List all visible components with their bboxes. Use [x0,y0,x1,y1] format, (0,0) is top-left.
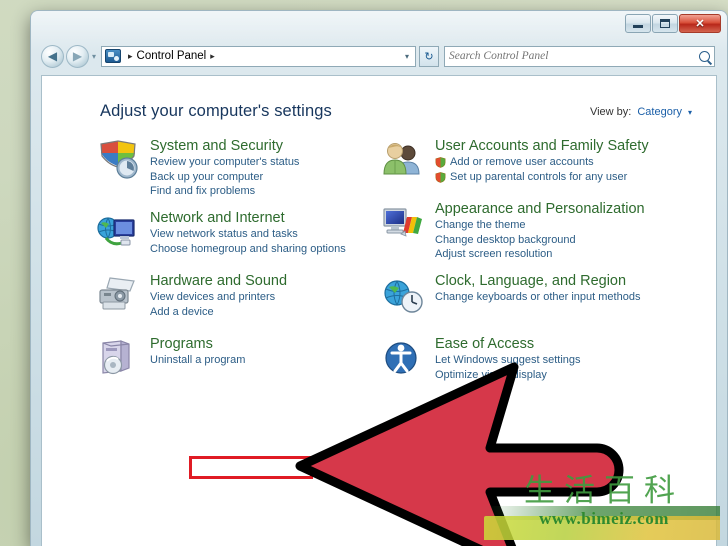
two-users-icon [381,140,425,180]
category-task-link[interactable]: Find and fix problems [150,184,377,199]
category-task-label: Change desktop background [435,233,576,246]
minimize-button[interactable] [625,14,651,33]
back-arrow-icon: ◀ [47,49,58,63]
forward-arrow-icon: ▶ [72,49,83,63]
category-clock-language-and-region[interactable]: Clock, Language, and Region Change keyboa… [377,273,662,325]
navigation-bar: ◀ ▶ ▾ ▸ Control Panel ▸ ▾ ↻ [31,41,727,71]
watermark-url: www.bimeiz.com [539,509,669,528]
category-appearance-and-personalization[interactable]: Appearance and Personalization Change the… [377,201,662,262]
control-panel-icon [105,49,122,63]
category-title[interactable]: System and Security [150,138,377,154]
category-title[interactable]: User Accounts and Family Safety [435,138,662,154]
category-programs[interactable]: Programs Uninstall a program [92,336,377,388]
category-title[interactable]: Network and Internet [150,210,377,226]
category-task-link[interactable]: Change the theme [435,218,662,233]
category-title[interactable]: Appearance and Personalization [435,201,662,217]
category-task-link[interactable]: Back up your computer [150,170,377,185]
category-task-label: Uninstall a program [150,354,246,367]
category-task-link[interactable]: Optimize visual display [435,368,662,383]
view-by-value[interactable]: Category [637,106,682,118]
category-task-label: Let Windows suggest settings [435,354,581,367]
category-task-link[interactable]: Review your computer's status [150,155,377,170]
maximize-button[interactable] [652,14,678,33]
refresh-icon: ↻ [424,50,434,63]
category-title[interactable]: Hardware and Sound [150,273,377,289]
view-by-control[interactable]: View by: Category ▾ [590,106,692,118]
breadcrumb-separator-icon: ▸ [128,50,133,61]
recent-locations-caret-icon[interactable]: ▾ [92,52,96,61]
category-task-label: Set up parental controls for any user [450,170,628,183]
view-by-label: View by: [589,106,632,118]
category-task-label: Add or remove user accounts [450,156,594,169]
category-task-label: Back up your computer [150,170,264,183]
category-task-label: Adjust screen resolution [435,248,553,261]
category-hardware-and-sound[interactable]: Hardware and Sound View devices and print… [92,273,377,325]
uac-shield-icon [435,157,446,169]
printer-icon [96,275,140,315]
category-task-link[interactable]: Change desktop background [435,233,662,248]
refresh-button[interactable]: ↻ [419,45,440,67]
category-system-and-security[interactable]: System and Security Review your computer'… [92,138,377,199]
category-ease-of-access[interactable]: Ease of Access Let Windows suggest settin… [377,336,662,388]
category-network-and-internet[interactable]: Network and Internet View network status … [92,210,377,262]
category-task-label: View network status and tasks [150,228,298,241]
category-task-link[interactable]: Add or remove user accounts [435,155,662,170]
watermark-chinese-text: 生活百科 [524,473,684,509]
breadcrumb-control-panel[interactable]: Control Panel [137,50,207,62]
category-task-link[interactable]: Choose homegroup and sharing options [150,242,377,257]
category-task-link[interactable]: Uninstall a program [150,353,377,368]
breadcrumb-separator-icon-2: ▸ [210,50,215,61]
window-controls: ✕ [625,14,721,33]
shield-and-clock-icon [96,140,140,180]
category-task-label: Choose homegroup and sharing options [150,242,346,255]
category-title[interactable]: Programs [150,336,377,352]
close-icon: ✕ [695,18,705,30]
title-bar: ✕ [31,11,727,39]
programs-box-icon [96,338,140,378]
category-task-label: Find and fix problems [150,185,256,198]
control-panel-window: ✕ ◀ ▶ ▾ ▸ Control Panel ▸ ▾ ↻ Adjust you… [30,10,728,546]
watermark: 生活百科 www.bimeiz.com [484,473,720,540]
search-box[interactable] [444,45,715,67]
category-task-label: Change keyboards or other input methods [435,291,641,304]
category-column-left: System and Security Review your computer'… [92,138,377,399]
highlight-rectangle [189,456,313,479]
page-title: Adjust your computer's settings [100,102,332,120]
category-task-link[interactable]: View network status and tasks [150,227,377,242]
uac-shield-icon [435,171,446,183]
category-task-link[interactable]: Change keyboards or other input methods [435,290,662,305]
monitor-palette-icon [381,203,425,243]
category-task-label: Review your computer's status [150,156,300,169]
category-task-label: View devices and printers [150,291,276,304]
search-icon [699,50,710,62]
close-button[interactable]: ✕ [679,14,721,33]
category-task-link[interactable]: Add a device [150,305,377,320]
ease-of-access-icon [381,338,425,378]
category-task-label: Optimize visual display [435,368,547,381]
forward-button[interactable]: ▶ [66,44,89,68]
back-button[interactable]: ◀ [41,44,64,68]
category-column-right: User Accounts and Family Safety Add or r… [377,138,662,399]
category-task-label: Change the theme [435,219,526,232]
category-task-link[interactable]: Adjust screen resolution [435,247,662,262]
category-user-accounts-and-family-safety[interactable]: User Accounts and Family Safety Add or r… [377,138,662,190]
address-dropdown-caret-icon[interactable]: ▾ [405,52,413,61]
category-task-link[interactable]: Let Windows suggest settings [435,353,662,368]
maximize-icon [660,19,670,28]
address-bar[interactable]: ▸ Control Panel ▸ ▾ [101,45,417,67]
minimize-icon [633,25,643,28]
clock-globe-icon [381,275,425,315]
category-task-link[interactable]: Set up parental controls for any user [435,170,662,185]
category-title[interactable]: Ease of Access [435,336,662,352]
globe-and-monitor-icon [96,212,140,252]
category-title[interactable]: Clock, Language, and Region [435,273,662,289]
search-input[interactable] [449,50,699,62]
category-task-label: Add a device [150,305,214,318]
category-task-link[interactable]: View devices and printers [150,290,377,305]
chevron-down-icon[interactable]: ▾ [688,108,692,117]
